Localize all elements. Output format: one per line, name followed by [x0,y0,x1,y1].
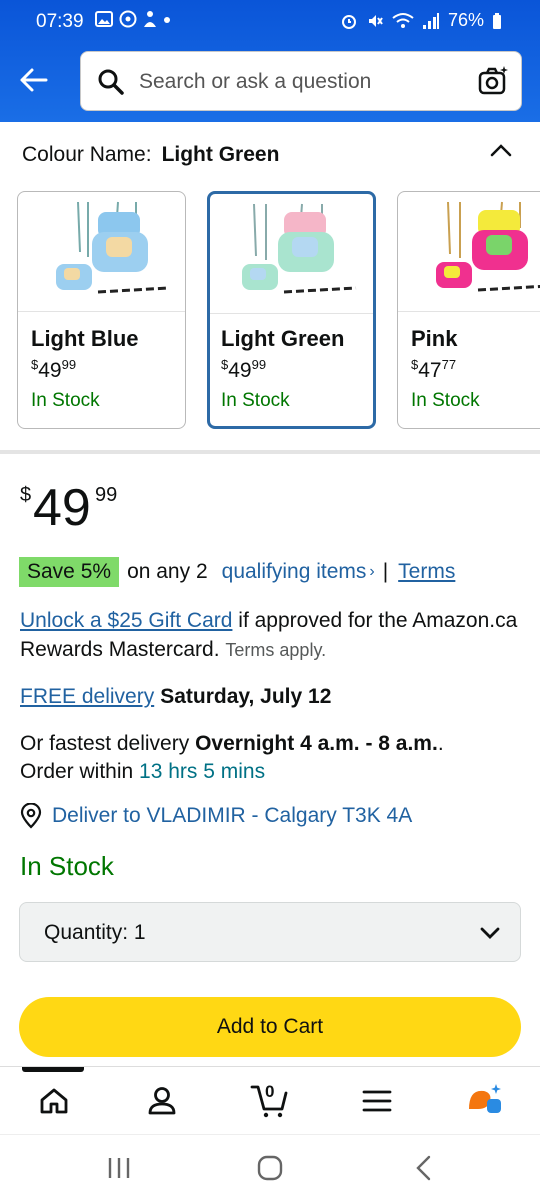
promo-text: on any 2 [127,560,208,583]
swatch-price-whole: 49 [38,359,62,382]
status-bar: 07:39 76% [0,0,540,44]
promotion-row: Save 5% on any 2 qualifying items › | Te… [19,557,455,587]
swatch-light-blue[interactable]: Light Blue $4999 In Stock [17,191,186,429]
back-arrow-icon[interactable] [14,60,54,100]
rufus-ai-icon[interactable] [466,1083,504,1117]
gallery-icon [95,11,113,27]
app-header: 07:39 76% [0,0,540,122]
menu-icon[interactable] [362,1089,392,1113]
location-text: Deliver to VLADIMIR - Calgary T3K 4A [52,804,413,827]
product-image-light-blue [18,192,185,312]
colour-name-row: Colour Name: Light Green [22,143,279,167]
delivery-date: Saturday, July 12 [160,685,332,708]
person-icon [144,11,156,27]
alarm-icon [341,14,356,29]
product-image-pink [398,192,540,312]
chevron-down-icon [480,927,500,939]
colour-label: Colour Name: [22,143,152,166]
search-icon [98,69,124,95]
delivery-row: FREE delivery Saturday, July 12 [20,685,331,709]
search-bar[interactable] [80,51,522,111]
free-delivery-link[interactable]: FREE delivery [20,685,154,708]
gift-card-link[interactable]: Unlock a $25 Gift Card [20,609,232,632]
cart-tab[interactable]: 0 [250,1079,290,1119]
save-badge: Save 5% [19,557,120,587]
signal-icon [422,12,439,29]
cart-count: 0 [265,1082,275,1101]
swatch-price: $4999 [31,357,76,383]
swatch-light-green[interactable]: Light Green $4999 In Stock [207,191,376,429]
swatch-stock: In Stock [31,390,100,411]
swatch-name: Light Blue [31,326,139,351]
battery-icon [493,12,501,29]
status-time: 07:39 [36,11,84,32]
swatch-pink[interactable]: Pink $4777 In Stock [397,191,540,429]
swatch-price-whole: 47 [418,359,442,382]
swatch-price-fraction: 99 [61,357,77,372]
fastest-delivery: Or fastest delivery Overnight 4 a.m. - 8… [20,730,520,786]
quantity-dropdown[interactable]: Quantity: 1 [19,902,521,962]
swatch-stock: In Stock [221,390,290,411]
back-button-icon[interactable] [412,1155,436,1181]
dot-icon [164,17,170,23]
gift-card-terms: Terms apply. [225,640,327,660]
account-icon[interactable] [146,1085,178,1117]
bottom-navigation: 0 [0,1066,540,1134]
home-button-icon[interactable] [256,1155,284,1181]
price-whole: 49 [33,479,91,537]
promo-separator: | [382,560,389,583]
deliver-to-location[interactable]: Deliver to VLADIMIR - Calgary T3K 4A [20,803,412,829]
mute-icon [368,14,383,27]
location-pin-icon [20,803,42,829]
colour-selected-value: Light Green [161,143,280,166]
chevron-right-icon: › [369,563,375,580]
price-currency: $ [20,484,32,506]
fast-prefix: Or fastest delivery [20,732,190,755]
quantity-label: Quantity: 1 [44,921,146,944]
colour-swatches: Light Blue $4999 In Stock Light Green $4… [17,191,540,431]
qualifying-items-link[interactable]: qualifying items [222,560,367,584]
notification-icons [95,10,171,28]
availability-status: In Stock [20,851,114,881]
add-to-cart-button[interactable]: Add to Cart [19,997,521,1057]
order-within-prefix: Order within [20,760,134,783]
home-icon[interactable] [38,1085,70,1117]
system-icons: 76% [340,10,502,31]
camera-search-icon[interactable] [477,65,509,97]
fast-suffix: . [437,732,444,755]
swatch-price: $4999 [221,357,266,383]
terms-link[interactable]: Terms [398,560,455,584]
swatch-name: Light Green [221,326,345,351]
swatch-price-fraction: 99 [251,357,267,372]
price-fraction: 99 [95,484,118,506]
section-divider [0,450,540,454]
recent-apps-icon[interactable] [106,1155,132,1181]
swatch-name: Pink [411,326,458,351]
order-within-time: 13 hrs 5 mins [139,760,266,783]
swatch-stock: In Stock [411,390,480,411]
swatch-price-fraction: 77 [441,357,457,372]
chevron-up-icon[interactable] [488,138,514,164]
product-image-light-green [210,194,373,314]
wifi-icon [392,12,414,28]
chat-icon [119,10,137,28]
system-navigation-bar [0,1134,540,1200]
swatch-price: $4777 [411,357,456,383]
active-tab-indicator [22,1067,84,1072]
swatch-price-whole: 49 [228,359,252,382]
gift-card-offer: Unlock a $25 Gift Card if approved for t… [20,606,520,665]
search-input[interactable] [139,66,459,98]
fast-time: Overnight 4 a.m. - 8 a.m. [195,732,438,755]
battery-percentage: 76% [447,10,484,30]
